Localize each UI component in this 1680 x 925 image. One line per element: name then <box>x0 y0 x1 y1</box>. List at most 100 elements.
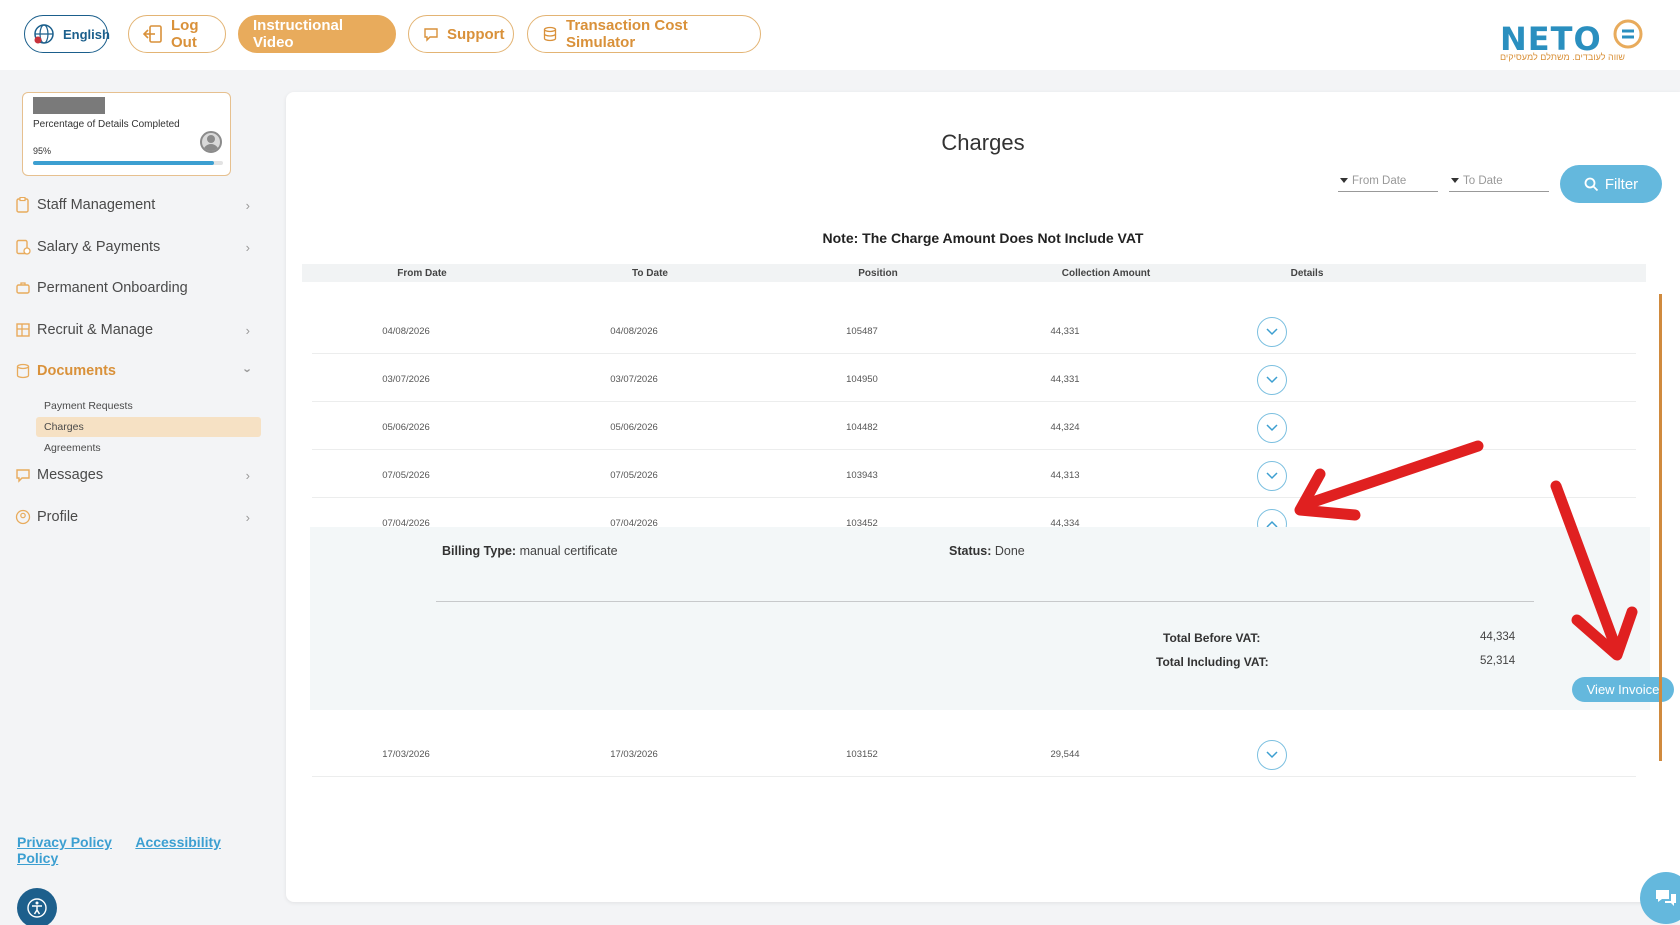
column-header: To Date <box>632 268 668 279</box>
dropdown-triangle-icon <box>1340 178 1348 183</box>
billing-type-value: manual certificate <box>519 544 618 558</box>
sidebar-item-staff-management[interactable]: Staff Management › <box>14 190 258 220</box>
details-toggle-button[interactable] <box>1257 740 1287 770</box>
chevron-down-icon <box>1266 472 1278 480</box>
table-row: 03/07/2026 03/07/2026 104950 44,331 <box>312 354 1636 402</box>
sidebar-item-label: Messages <box>37 467 104 483</box>
chat-bubble-icon <box>424 28 438 42</box>
subitem-label: Payment Requests <box>44 400 133 412</box>
completion-progress-bar <box>33 161 223 165</box>
status: Status: Done <box>949 544 1025 558</box>
chevron-right-icon: › <box>245 240 250 255</box>
cell-from: 05/06/2026 <box>382 422 430 433</box>
cell-amount: 44,313 <box>1050 470 1080 481</box>
payments-icon <box>14 239 32 255</box>
subitem-label: Agreements <box>44 442 101 454</box>
logout-icon <box>143 25 162 43</box>
view-invoice-label: View Invoice <box>1586 682 1660 697</box>
instructional-video-button[interactable]: Instructional Video <box>238 15 396 53</box>
to-date-field[interactable]: To Date <box>1449 170 1549 192</box>
subitem-agreements[interactable]: Agreements <box>36 438 261 458</box>
details-toggle-button[interactable] <box>1257 317 1287 347</box>
divider <box>436 601 1534 602</box>
sidebar-item-label: Salary & Payments <box>37 239 161 255</box>
table-header: From Date To Date Position Collection Am… <box>302 264 1646 282</box>
subitem-payment-requests[interactable]: Payment Requests <box>36 396 261 416</box>
clipboard-icon <box>14 197 32 213</box>
logo-tagline: שווה לעובדים. משתלם למעסיקים <box>1500 52 1625 62</box>
cell-position: 104950 <box>846 374 878 385</box>
chevron-right-icon: › <box>245 323 250 338</box>
status-value: Done <box>994 544 1025 558</box>
sidebar-item-salary-payments[interactable]: Salary & Payments › <box>14 232 258 262</box>
language-button[interactable]: English <box>24 15 110 53</box>
page-title: Charges <box>941 130 1025 155</box>
filter-button[interactable]: Filter <box>1560 165 1662 203</box>
profile-completion-card[interactable]: Percentage of Details Completed 95% <box>22 92 231 176</box>
accessibility-button[interactable] <box>17 888 57 925</box>
billing-type-label: Billing Type: <box>442 544 517 558</box>
chat-launcher-button[interactable] <box>1640 872 1680 924</box>
simulator-label: Transaction Cost Simulator <box>566 17 688 51</box>
instructional-video-label: Instructional Video <box>253 17 344 51</box>
logout-label: Log Out <box>171 17 199 51</box>
sidebar: Percentage of Details Completed 95% Staf… <box>0 70 270 925</box>
total-before-vat-label: Total Before VAT: <box>1163 631 1261 645</box>
neto-logo[interactable]: NETO שווה לעובדים. משתלם למעסיקים <box>1500 16 1650 66</box>
cell-to: 04/08/2026 <box>610 326 658 337</box>
sidebar-item-label: Profile <box>37 509 79 525</box>
cell-from: 04/08/2026 <box>382 326 430 337</box>
cell-amount: 44,331 <box>1050 374 1080 385</box>
cell-amount: 44,331 <box>1050 326 1080 337</box>
sidebar-item-recruit-manage[interactable]: Recruit & Manage › <box>14 315 258 345</box>
logout-button[interactable]: Log Out <box>128 15 226 53</box>
status-label: Status: <box>949 544 992 558</box>
chevron-right-icon: › <box>245 510 250 525</box>
table-row: 05/06/2026 05/06/2026 104482 44,324 <box>312 402 1636 450</box>
dropdown-triangle-icon <box>1451 178 1459 183</box>
cell-position: 105487 <box>846 326 878 337</box>
support-button[interactable]: Support <box>408 15 514 53</box>
details-toggle-button[interactable] <box>1257 413 1287 443</box>
from-date-placeholder: From Date <box>1352 174 1407 187</box>
cell-from: 03/07/2026 <box>382 374 430 385</box>
chevron-down-icon <box>1266 751 1278 759</box>
privacy-policy-link[interactable]: Privacy Policy <box>17 834 112 850</box>
footer-links: Privacy Policy Accessibility Policy <box>17 834 270 866</box>
sidebar-item-messages[interactable]: Messages › <box>14 460 258 490</box>
sidebar-item-label: Recruit & Manage <box>37 322 154 338</box>
to-date-placeholder: To Date <box>1463 174 1503 187</box>
table-row: 07/05/2026 07/05/2026 103943 44,313 <box>312 450 1636 498</box>
chevron-down-icon <box>1266 424 1278 432</box>
cell-position: 103152 <box>846 749 878 760</box>
scrollbar[interactable] <box>1659 294 1662 761</box>
column-header: Collection Amount <box>1061 268 1151 279</box>
filter-label: Filter <box>1604 175 1639 193</box>
sidebar-item-documents[interactable]: Documents › <box>14 356 258 386</box>
column-header: Details <box>1290 268 1324 279</box>
completion-value: 95% <box>33 146 52 156</box>
details-toggle-button[interactable] <box>1257 365 1287 395</box>
chevron-down-icon: › <box>240 368 256 373</box>
details-toggle-button[interactable] <box>1257 461 1287 491</box>
user-icon <box>14 509 32 525</box>
database-icon <box>543 26 557 42</box>
column-header: From Date <box>397 268 447 279</box>
cell-amount: 29,544 <box>1050 749 1080 760</box>
from-date-field[interactable]: From Date <box>1338 170 1438 192</box>
chevron-right-icon: › <box>245 468 250 483</box>
subitem-charges[interactable]: Charges <box>36 417 261 437</box>
sidebar-item-permanent-onboarding[interactable]: Permanent Onboarding <box>14 273 258 303</box>
vat-note: Note: The Charge Amount Does Not Include… <box>822 230 1144 246</box>
chat-icon <box>14 467 32 483</box>
transaction-cost-simulator-button[interactable]: Transaction Cost Simulator <box>527 15 761 53</box>
charges-panel: Charges From Date To Date Filter Note: T… <box>286 92 1680 902</box>
avatar[interactable] <box>200 131 222 153</box>
table-row: 04/08/2026 04/08/2026 105487 44,331 <box>312 306 1636 354</box>
cell-position: 103943 <box>846 470 878 481</box>
cell-position: 104482 <box>846 422 878 433</box>
language-label: English <box>63 26 110 42</box>
billing-type: Billing Type: manual certificate <box>442 544 618 558</box>
sidebar-item-profile[interactable]: Profile › <box>14 502 258 532</box>
logo-mark-icon <box>1613 19 1643 49</box>
